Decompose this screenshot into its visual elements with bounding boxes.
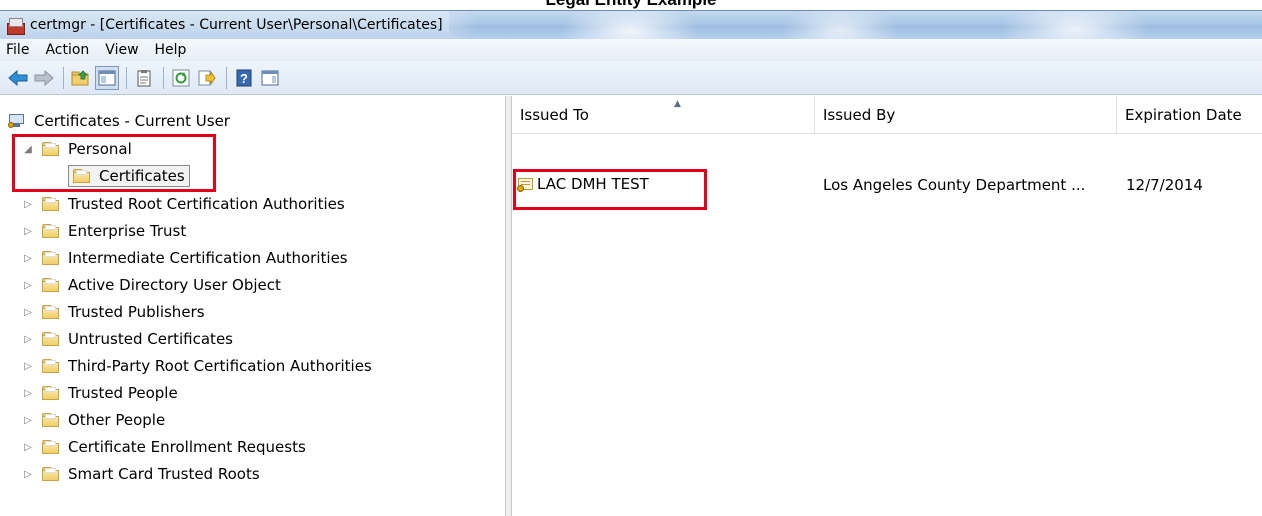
certificate-list: ▲ Issued To Issued By Expiration Date LA… xyxy=(512,96,1262,516)
toolbar-separator xyxy=(163,66,164,89)
expanded-triangle-icon[interactable]: ◢ xyxy=(22,143,34,155)
cell-expiration-date[interactable]: 12/7/2014 xyxy=(1126,176,1203,194)
cell-issued-to[interactable]: LAC DMH TEST xyxy=(517,175,649,193)
export-list-icon[interactable] xyxy=(195,66,219,90)
tree-item[interactable]: ▷ Third-Party Root Certification Authori… xyxy=(22,353,372,379)
tree-item[interactable]: ▷ Other People xyxy=(22,407,165,433)
collapsed-triangle-icon[interactable]: ▷ xyxy=(22,387,34,399)
collapsed-triangle-icon[interactable]: ▷ xyxy=(22,441,34,453)
tree-item[interactable]: ▷ Trusted Root Certification Authorities xyxy=(22,191,345,217)
folder-icon xyxy=(42,358,60,374)
window-title: certmgr - [Certificates - Current User\P… xyxy=(30,17,443,33)
menu-view[interactable]: View xyxy=(97,42,146,58)
tree-item-label: Smart Card Trusted Roots xyxy=(68,465,260,483)
folder-icon xyxy=(42,466,60,482)
tree-item[interactable]: ▷ Trusted People xyxy=(22,380,178,406)
forward-arrow-icon[interactable] xyxy=(32,66,56,90)
collapsed-triangle-icon[interactable]: ▷ xyxy=(22,279,34,291)
refresh-icon[interactable] xyxy=(169,66,193,90)
folder-icon xyxy=(73,168,91,184)
collapsed-triangle-icon[interactable]: ▷ xyxy=(22,333,34,345)
selected-node[interactable]: Certificates xyxy=(68,165,190,187)
folder-icon xyxy=(42,331,60,347)
tree-item-label: Other People xyxy=(68,411,166,429)
console-tree: Certificates - Current User ◢ Personal C… xyxy=(0,96,505,516)
folder-icon xyxy=(42,412,60,428)
tree-item-root[interactable]: Certificates - Current User xyxy=(8,108,230,134)
collapsed-triangle-icon[interactable]: ▷ xyxy=(22,468,34,480)
toolbar: ? xyxy=(0,61,1262,95)
pane-splitter[interactable] xyxy=(505,96,512,516)
tree-item-personal[interactable]: ◢ Personal xyxy=(22,136,132,162)
document-caption: Legal Entity Example xyxy=(0,0,1262,9)
help-icon[interactable]: ? xyxy=(232,66,256,90)
show-hide-console-tree-icon[interactable] xyxy=(95,65,119,90)
menu-bar: File Action View Help xyxy=(0,39,1262,62)
folder-icon xyxy=(42,250,60,266)
menu-help[interactable]: Help xyxy=(147,42,195,58)
tree-item[interactable]: ▷ Intermediate Certification Authorities xyxy=(22,245,348,271)
tree-item-label: Third-Party Root Certification Authoriti… xyxy=(68,357,372,375)
tree-item[interactable]: ▷ Trusted Publishers xyxy=(22,299,205,325)
folder-icon xyxy=(42,439,60,455)
folder-icon xyxy=(42,277,60,293)
folder-icon xyxy=(42,304,60,320)
tree-item-label: Certificate Enrollment Requests xyxy=(68,438,306,456)
up-folder-icon[interactable] xyxy=(69,66,93,90)
column-header-expiration-date[interactable]: Expiration Date xyxy=(1117,96,1262,133)
tree-item[interactable]: ▷ Active Directory User Object xyxy=(22,272,281,298)
tree-item-label: Certificates - Current User xyxy=(34,112,230,130)
cell-issued-by[interactable]: Los Angeles County Department ... xyxy=(823,176,1085,194)
certificate-icon xyxy=(517,177,535,193)
tree-item-label: Active Directory User Object xyxy=(68,276,281,294)
tree-item-label: Trusted Root Certification Authorities xyxy=(68,195,345,213)
menu-action[interactable]: Action xyxy=(37,42,97,58)
collapsed-triangle-icon[interactable]: ▷ xyxy=(22,225,34,237)
menu-file[interactable]: File xyxy=(0,42,37,58)
collapsed-triangle-icon[interactable]: ▷ xyxy=(22,360,34,372)
toolbar-separator xyxy=(63,66,64,89)
collapsed-triangle-icon[interactable]: ▷ xyxy=(22,414,34,426)
tree-item-label: Certificates xyxy=(99,167,185,185)
column-header-issued-by[interactable]: Issued By xyxy=(815,96,1117,133)
column-header-issued-to[interactable]: ▲ Issued To xyxy=(512,96,815,133)
tree-item[interactable]: ▷ Enterprise Trust xyxy=(22,218,186,244)
back-arrow-icon[interactable] xyxy=(6,66,30,90)
properties-icon[interactable] xyxy=(132,66,156,90)
toolbar-separator xyxy=(126,66,127,89)
tree-item-label: Enterprise Trust xyxy=(68,222,187,240)
svg-text:?: ? xyxy=(240,71,248,86)
collapsed-triangle-icon[interactable]: ▷ xyxy=(22,252,34,264)
collapsed-triangle-icon[interactable]: ▷ xyxy=(22,306,34,318)
certmgr-window: certmgr - [Certificates - Current User\P… xyxy=(0,10,1262,516)
tree-item-label: Trusted People xyxy=(68,384,178,402)
show-hide-action-pane-icon[interactable] xyxy=(258,66,282,90)
folder-icon xyxy=(42,196,60,212)
tree-item-label: Intermediate Certification Authorities xyxy=(68,249,348,267)
tree-item[interactable]: ▷ Smart Card Trusted Roots xyxy=(22,461,260,487)
tree-item[interactable]: ▷ Certificate Enrollment Requests xyxy=(22,434,306,460)
tree-item-label: Personal xyxy=(68,140,132,158)
list-header: ▲ Issued To Issued By Expiration Date xyxy=(512,96,1262,134)
folder-icon xyxy=(42,385,60,401)
toolbar-separator xyxy=(226,66,227,89)
certificates-store-icon xyxy=(8,113,26,129)
collapsed-triangle-icon[interactable]: ▷ xyxy=(22,198,34,210)
title-bar[interactable]: certmgr - [Certificates - Current User\P… xyxy=(0,11,1262,39)
tree-item-label: Untrusted Certificates xyxy=(68,330,233,348)
folder-icon xyxy=(42,141,60,157)
tree-item-personal-certificates[interactable]: Certificates xyxy=(68,163,190,189)
tree-item-label: Trusted Publishers xyxy=(68,303,205,321)
sort-ascending-icon: ▲ xyxy=(674,99,681,109)
certmgr-app-icon[interactable] xyxy=(6,17,25,35)
tree-item[interactable]: ▷ Untrusted Certificates xyxy=(22,326,233,352)
folder-icon xyxy=(42,223,60,239)
